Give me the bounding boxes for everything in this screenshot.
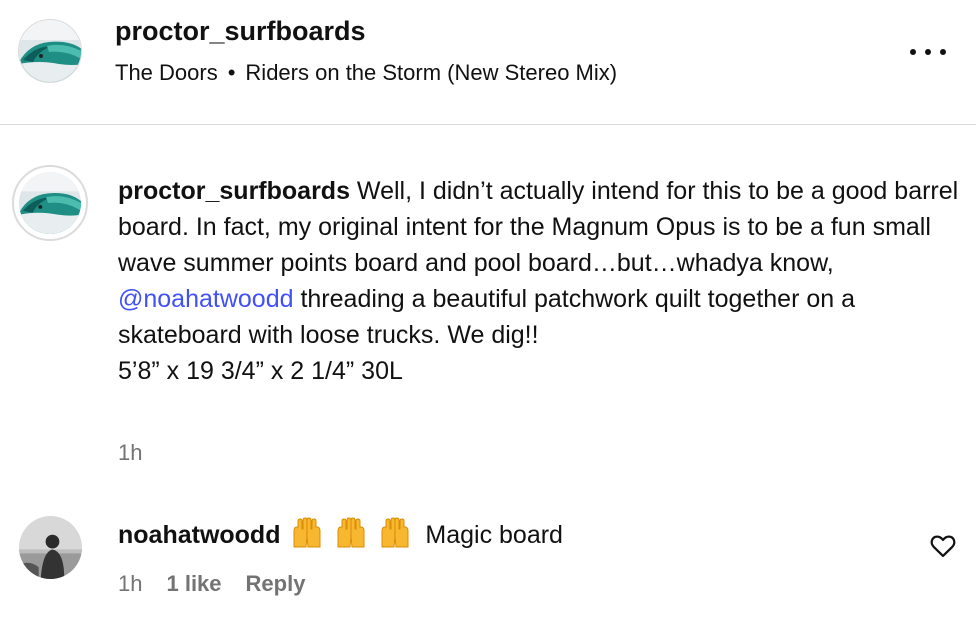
raising-hands-emoji-group: [290, 517, 415, 559]
audio-track[interactable]: Riders on the Storm (New Stereo Mix): [245, 60, 617, 85]
raising-hands-emoji: [337, 517, 365, 548]
heart-outline-icon[interactable]: [929, 532, 957, 560]
board-dimensions: 5’8” x 19 3/4” x 2 1/4” 30L: [118, 357, 403, 385]
raising-hands-emoji: [293, 517, 321, 548]
comment-username[interactable]: noahatwoodd: [118, 521, 280, 549]
post-header: proctor_surfboards The Doors • Riders on t…: [0, 0, 976, 125]
avatar[interactable]: [19, 172, 81, 234]
caption-timestamp[interactable]: 1h: [118, 440, 142, 466]
avatar[interactable]: [19, 516, 82, 579]
person-avatar-image: [19, 516, 82, 579]
audio-attribution[interactable]: The Doors • Riders on the Storm (New Stere…: [115, 60, 617, 86]
wave-avatar-image: [19, 20, 81, 82]
caption-username[interactable]: proctor_surfboards: [118, 177, 350, 205]
raising-hands-emoji: [381, 517, 409, 548]
comment-likes-count[interactable]: 1 like: [166, 571, 221, 596]
audio-separator: •: [227, 60, 236, 85]
wave-avatar-image: [19, 172, 81, 234]
post-author-username[interactable]: proctor_surfboards: [115, 16, 366, 47]
audio-artist[interactable]: The Doors: [115, 60, 218, 85]
more-options-icon[interactable]: [906, 36, 950, 66]
avatar[interactable]: [18, 19, 82, 83]
comment-timestamp[interactable]: 1h: [118, 571, 142, 596]
comment-meta: 1h 1 like Reply: [118, 571, 305, 597]
caption: proctor_surfboards Well, I didn’t actual…: [118, 173, 963, 389]
mention-link[interactable]: @noahatwoodd: [118, 285, 294, 313]
comment-text: Magic board: [425, 521, 563, 549]
comment: noahatwoodd Magic board: [118, 517, 563, 559]
reply-button[interactable]: Reply: [246, 571, 306, 596]
